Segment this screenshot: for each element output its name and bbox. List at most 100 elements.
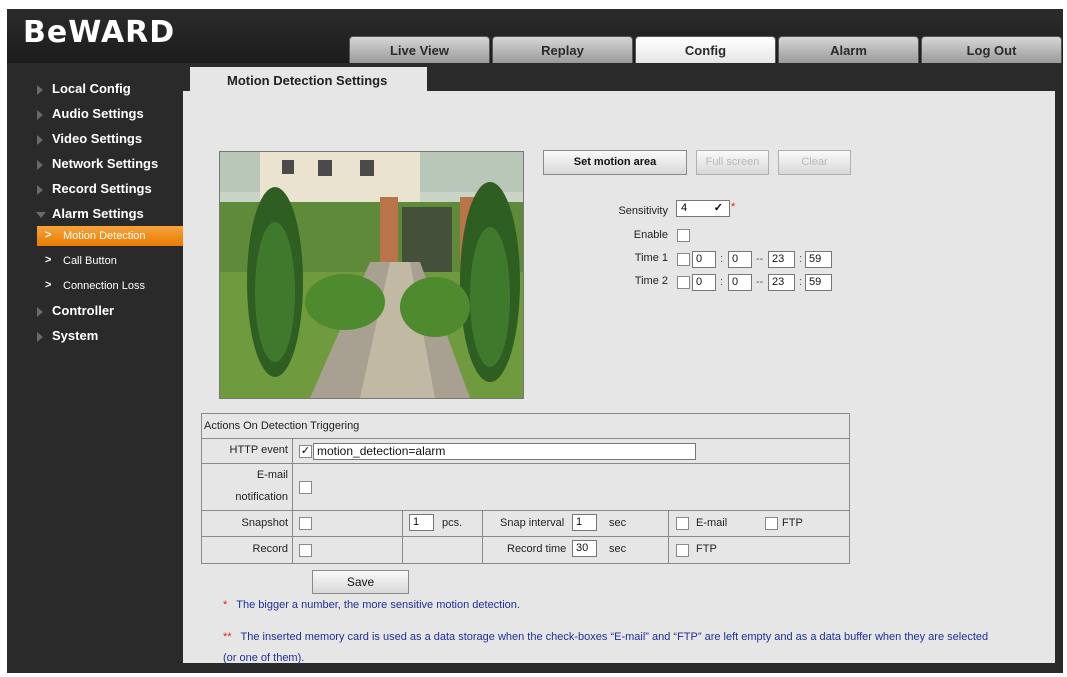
record-time-input[interactable]: 30: [572, 540, 597, 557]
sensitivity-note: * The bigger a number, the more sensitiv…: [223, 599, 520, 611]
sidebar-item-label: Local Config: [52, 81, 131, 96]
sidebar-subitem-label: Motion Detection: [63, 230, 146, 242]
sidebar-item-label: Network Settings: [52, 156, 159, 171]
actions-table: Actions On Detection Triggering HTTP eve…: [201, 413, 850, 564]
triangle-right-icon: [37, 135, 43, 145]
sidebar-item-label: Video Settings: [52, 131, 143, 146]
snapshot-email-checkbox[interactable]: [676, 517, 689, 530]
table-divider: [202, 438, 849, 439]
required-mark: *: [731, 201, 736, 213]
time2-end-minute[interactable]: 59: [805, 274, 832, 291]
sidebar-subitem-label: Connection Loss: [63, 280, 145, 292]
time1-start-hour[interactable]: 0: [692, 251, 716, 268]
record-ftp-checkbox[interactable]: [676, 544, 689, 557]
time-colon: :: [720, 253, 724, 265]
time2-checkbox[interactable]: [677, 276, 690, 289]
time1-start-minute[interactable]: 0: [728, 251, 752, 268]
camera-preview[interactable]: [219, 151, 524, 399]
tab-alarm[interactable]: Alarm: [778, 36, 919, 63]
tab-live-view[interactable]: Live View: [349, 36, 490, 63]
time-colon: :: [799, 276, 803, 288]
snapshot-ftp-label: FTP: [782, 517, 803, 529]
record-time-label: Record time: [507, 543, 567, 555]
snapshot-count-input[interactable]: 1: [409, 514, 434, 531]
set-motion-area-button[interactable]: Set motion area: [543, 150, 687, 175]
time-dash: --: [756, 276, 764, 288]
triangle-right-icon: [37, 160, 43, 170]
section-tab: Motion Detection Settings: [190, 67, 427, 95]
sidebar-item-record-settings[interactable]: Record Settings: [7, 178, 190, 202]
sensitivity-label: Sensitivity: [618, 205, 668, 217]
table-divider: [668, 510, 669, 563]
email-notification-checkbox[interactable]: [299, 481, 312, 494]
tab-config[interactable]: Config: [635, 36, 776, 63]
sidebar-item-audio-settings[interactable]: Audio Settings: [7, 103, 190, 127]
chevron-right-icon: >: [45, 279, 52, 291]
triangle-down-icon: [36, 212, 46, 218]
triangle-right-icon: [37, 332, 43, 342]
table-divider: [292, 438, 293, 563]
triangle-right-icon: [37, 307, 43, 317]
http-event-input[interactable]: motion_detection=alarm: [313, 443, 696, 460]
note-mark: **: [223, 631, 232, 643]
sidebar: Local Config Audio Settings Video Settin…: [7, 71, 190, 671]
snapshot-label: Snapshot: [241, 517, 288, 529]
time-colon: :: [720, 276, 724, 288]
chevron-right-icon: >: [45, 229, 52, 241]
time1-end-minute[interactable]: 59: [805, 251, 832, 268]
memory-card-note-continued: (or one of them).: [223, 652, 305, 664]
note-mark: *: [223, 599, 228, 611]
record-checkbox[interactable]: [299, 544, 312, 557]
table-divider: [202, 463, 849, 464]
enable-checkbox[interactable]: [677, 229, 690, 242]
time1-end-hour[interactable]: 23: [768, 251, 795, 268]
sidebar-subitem-connection-loss[interactable]: > Connection Loss: [37, 276, 190, 296]
snapshot-ftp-checkbox[interactable]: [765, 517, 778, 530]
http-event-checkbox[interactable]: ✓: [299, 445, 312, 458]
enable-label: Enable: [633, 229, 668, 241]
sidebar-subitem-label: Call Button: [63, 255, 117, 267]
chevron-down-icon: ✓: [713, 202, 723, 214]
sidebar-item-label: Alarm Settings: [52, 206, 144, 221]
sidebar-item-system[interactable]: System: [7, 325, 190, 349]
snap-interval-input[interactable]: 1: [572, 514, 597, 531]
table-divider: [402, 510, 403, 563]
time2-start-hour[interactable]: 0: [692, 274, 716, 291]
note-text: The bigger a number, the more sensitive …: [236, 599, 520, 611]
tab-replay[interactable]: Replay: [492, 36, 633, 63]
logo: BeWARD: [23, 15, 176, 50]
record-ftp-label: FTP: [696, 543, 717, 555]
sensitivity-value: 4: [681, 202, 688, 214]
header: BeWARD Live View Replay Config Alarm Log…: [7, 9, 1063, 63]
sidebar-item-label: System: [52, 328, 99, 343]
note-text: The inserted memory card is used as a da…: [240, 631, 989, 643]
save-button[interactable]: Save: [312, 570, 409, 594]
triangle-right-icon: [37, 85, 43, 95]
actions-title: Actions On Detection Triggering: [204, 420, 360, 432]
time-dash: --: [756, 253, 764, 265]
clear-button[interactable]: Clear: [778, 150, 851, 175]
sidebar-item-alarm-settings[interactable]: Alarm Settings: [7, 203, 190, 227]
http-event-label: HTTP event: [229, 444, 289, 456]
sidebar-item-video-settings[interactable]: Video Settings: [7, 128, 190, 152]
checkmark-icon: ✓: [300, 445, 311, 457]
sidebar-item-network-settings[interactable]: Network Settings: [7, 153, 190, 177]
triangle-right-icon: [37, 110, 43, 120]
sidebar-item-controller[interactable]: Controller: [7, 300, 190, 324]
time2-end-hour[interactable]: 23: [768, 274, 795, 291]
page-title: Motion Detection Settings: [227, 73, 388, 88]
tab-log-out[interactable]: Log Out: [921, 36, 1062, 63]
sidebar-item-label: Record Settings: [52, 181, 152, 196]
sidebar-subitem-motion-detection[interactable]: > Motion Detection: [37, 226, 190, 246]
snapshot-checkbox[interactable]: [299, 517, 312, 530]
email-label-2: notification: [235, 491, 288, 503]
sensitivity-select[interactable]: 4 ✓: [676, 200, 730, 217]
pcs-unit: pcs.: [442, 517, 463, 529]
time1-checkbox[interactable]: [677, 253, 690, 266]
full-screen-button[interactable]: Full screen: [696, 150, 769, 175]
time2-start-minute[interactable]: 0: [728, 274, 752, 291]
sidebar-subitem-call-button[interactable]: > Call Button: [37, 251, 190, 271]
sidebar-item-local-config[interactable]: Local Config: [7, 78, 190, 102]
memory-card-note: ** The inserted memory card is used as a…: [223, 631, 1043, 643]
time2-label: Time 2: [634, 275, 668, 287]
